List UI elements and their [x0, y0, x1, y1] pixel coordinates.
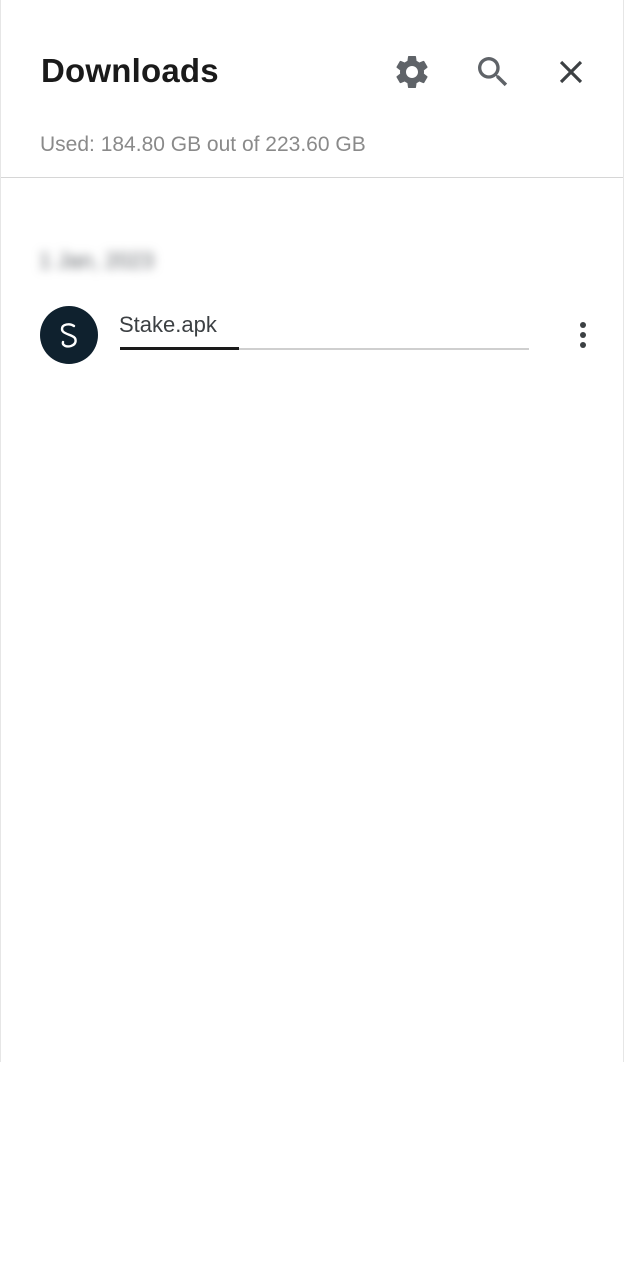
download-item[interactable]: Stake.apk — [1, 300, 623, 372]
date-group-label: 1 Jan, 2023 — [39, 248, 154, 273]
download-progress-fill — [120, 347, 239, 350]
close-button[interactable] — [549, 50, 593, 94]
storage-usage: Used: 184.80 GB out of 223.60 GB — [40, 133, 366, 156]
search-button[interactable] — [471, 50, 515, 94]
more-vert-icon — [580, 322, 586, 348]
page-title: Downloads — [41, 52, 219, 89]
search-icon — [478, 57, 508, 87]
file-name[interactable]: Stake.apk — [119, 312, 217, 338]
stake-app-icon — [40, 306, 98, 364]
settings-button[interactable] — [390, 50, 434, 94]
more-options-button[interactable] — [565, 315, 601, 355]
downloads-header: Downloads Used: 184.80 GB out of 223.60 … — [1, 0, 623, 178]
downloads-panel: Downloads Used: 184.80 GB out of 223.60 … — [0, 0, 624, 1062]
gear-icon — [396, 55, 428, 88]
download-progress-bar — [120, 347, 529, 350]
close-icon — [559, 60, 583, 84]
stake-logo-icon — [60, 323, 77, 348]
